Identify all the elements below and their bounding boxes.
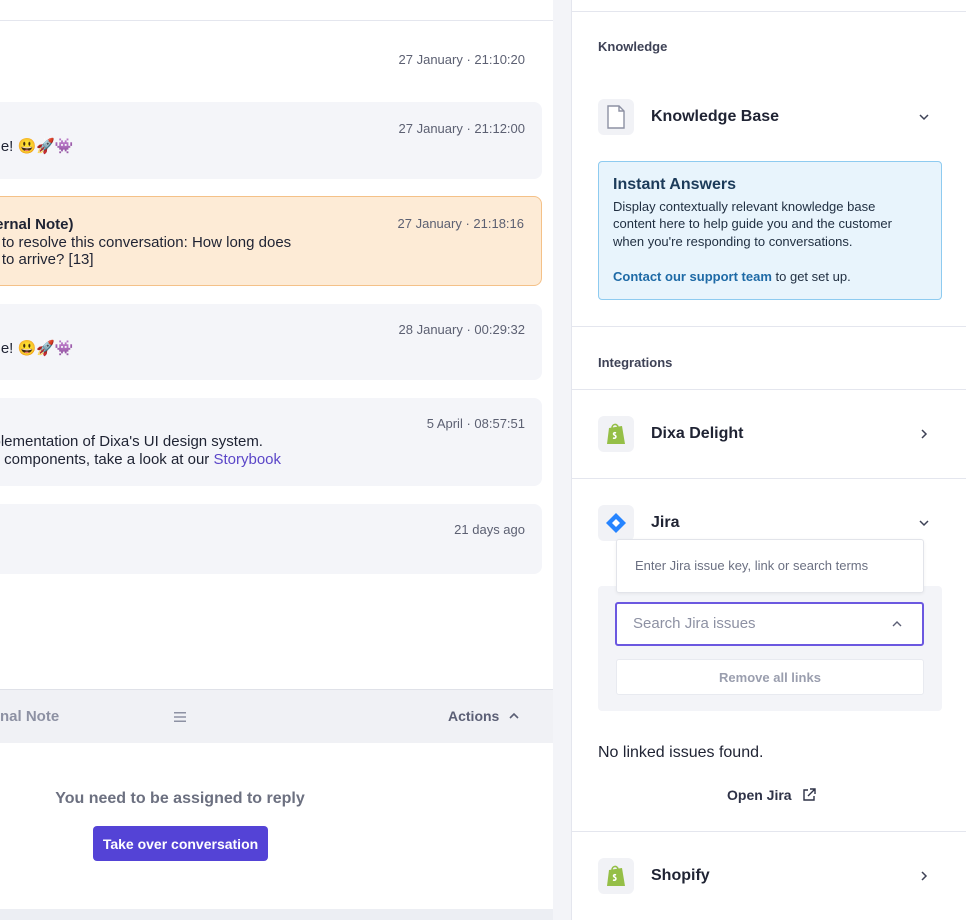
menu-icon[interactable] xyxy=(174,711,186,723)
take-over-conversation-button[interactable]: Take over conversation xyxy=(93,826,268,861)
chevron-right-icon xyxy=(921,429,928,439)
shopify-icon xyxy=(598,416,634,452)
cta-rest: to get set up. xyxy=(771,269,851,284)
sidebar: Knowledge Knowledge Base Instant Answers… xyxy=(571,0,966,920)
instant-answers-panel: Instant Answers Display contextually rel… xyxy=(598,161,942,300)
divider xyxy=(572,389,966,390)
remove-all-links-button[interactable]: Remove all links xyxy=(616,659,924,695)
jira-icon xyxy=(598,505,634,541)
note-title: nternal Note) xyxy=(0,216,74,233)
dixa-delight-label: Dixa Delight xyxy=(651,425,744,442)
actions-button[interactable]: Actions xyxy=(448,708,519,724)
message-timestamp: 28 January · 00:29:32 xyxy=(398,322,525,337)
divider xyxy=(572,11,966,12)
jira-label: Jira xyxy=(651,514,680,531)
integration-row-jira[interactable]: Jira xyxy=(598,504,930,542)
message: 5 April · 08:57:51 mplementation of Dixa… xyxy=(0,398,542,486)
chevron-up-icon xyxy=(892,621,902,627)
knowledge-section-label: Knowledge xyxy=(598,39,668,54)
divider xyxy=(0,909,553,920)
jira-issue-select[interactable] xyxy=(615,602,924,646)
integration-row-dixa-delight[interactable]: Dixa Delight xyxy=(598,415,930,453)
message-text-part: ble components, take a look at our xyxy=(0,451,214,468)
contact-support-link[interactable]: Contact our support team xyxy=(613,269,772,284)
divider xyxy=(572,831,966,832)
no-linked-issues-text: No linked issues found. xyxy=(598,744,764,761)
chevron-right-icon xyxy=(921,871,928,881)
document-icon xyxy=(598,99,634,135)
integration-row-shopify[interactable]: Shopify xyxy=(598,857,930,895)
message-text: ome! 😃🚀👾 xyxy=(0,340,74,357)
pane-gutter xyxy=(553,0,571,920)
instant-answers-text: content here to help guide you and the c… xyxy=(613,216,892,231)
instant-answers-cta: Contact our support team to get set up. xyxy=(613,269,851,284)
assign-notice: You need to be assigned to reply xyxy=(55,790,305,807)
knowledge-base-row[interactable]: Knowledge Base xyxy=(598,98,930,136)
instant-answers-text: when you're responding to conversations. xyxy=(613,234,853,249)
chevron-down-icon xyxy=(919,114,929,121)
external-link-icon xyxy=(802,788,816,801)
shopify-icon xyxy=(598,858,634,894)
message-timestamp: 27 January · 21:10:20 xyxy=(398,52,525,67)
conversation-pane: 27 January · 21:10:20 27 January · 21:12… xyxy=(0,0,553,920)
message: 21 days ago xyxy=(0,504,542,574)
open-jira-link[interactable]: Open Jira xyxy=(727,787,816,803)
message-text: ed to resolve this conversation: How lon… xyxy=(0,234,292,251)
message-timestamp: 27 January · 21:18:16 xyxy=(397,216,524,231)
message-text: ble components, take a look at our Story… xyxy=(0,451,281,468)
message-text: ome! 😃🚀👾 xyxy=(0,138,74,155)
message-timestamp: 5 April · 08:57:51 xyxy=(426,416,525,431)
jira-search-hint: Enter Jira issue key, link or search ter… xyxy=(635,558,869,573)
integrations-section-label: Integrations xyxy=(598,355,673,370)
message-timestamp: 27 January · 21:12:00 xyxy=(398,121,525,136)
divider xyxy=(0,20,553,21)
composer-body: You need to be assigned to reply Take ov… xyxy=(0,743,553,909)
knowledge-base-label: Knowledge Base xyxy=(651,108,780,125)
internal-note: 27 January · 21:18:16 nternal Note) ed t… xyxy=(0,196,542,286)
divider xyxy=(572,326,966,327)
message: 27 January · 21:12:00 ome! 😃🚀👾 xyxy=(0,102,542,179)
chevron-up-icon xyxy=(509,712,519,719)
instant-answers-text: Display contextually relevant knowledge … xyxy=(613,199,876,214)
message-text: mplementation of Dixa's UI design system… xyxy=(0,433,263,450)
message-timestamp: 21 days ago xyxy=(454,522,525,537)
instant-answers-title: Instant Answers xyxy=(613,176,736,193)
message: 28 January · 00:29:32 ome! 😃🚀👾 xyxy=(0,304,542,380)
open-jira-label: Open Jira xyxy=(727,787,792,803)
storybook-link[interactable]: Storybook xyxy=(213,451,281,468)
composer-toolbar: nal Note Actions xyxy=(0,689,553,743)
tab-internal-note[interactable]: nal Note xyxy=(0,708,59,725)
jira-search-input[interactable] xyxy=(633,615,873,632)
divider xyxy=(572,478,966,479)
message-text: ler to arrive? [13] xyxy=(0,251,94,268)
message: 27 January · 21:10:20 xyxy=(0,40,542,78)
actions-label: Actions xyxy=(448,708,500,724)
jira-search-dropdown[interactable]: Enter Jira issue key, link or search ter… xyxy=(616,539,924,593)
shopify-label: Shopify xyxy=(651,867,710,884)
chevron-down-icon xyxy=(919,520,929,527)
